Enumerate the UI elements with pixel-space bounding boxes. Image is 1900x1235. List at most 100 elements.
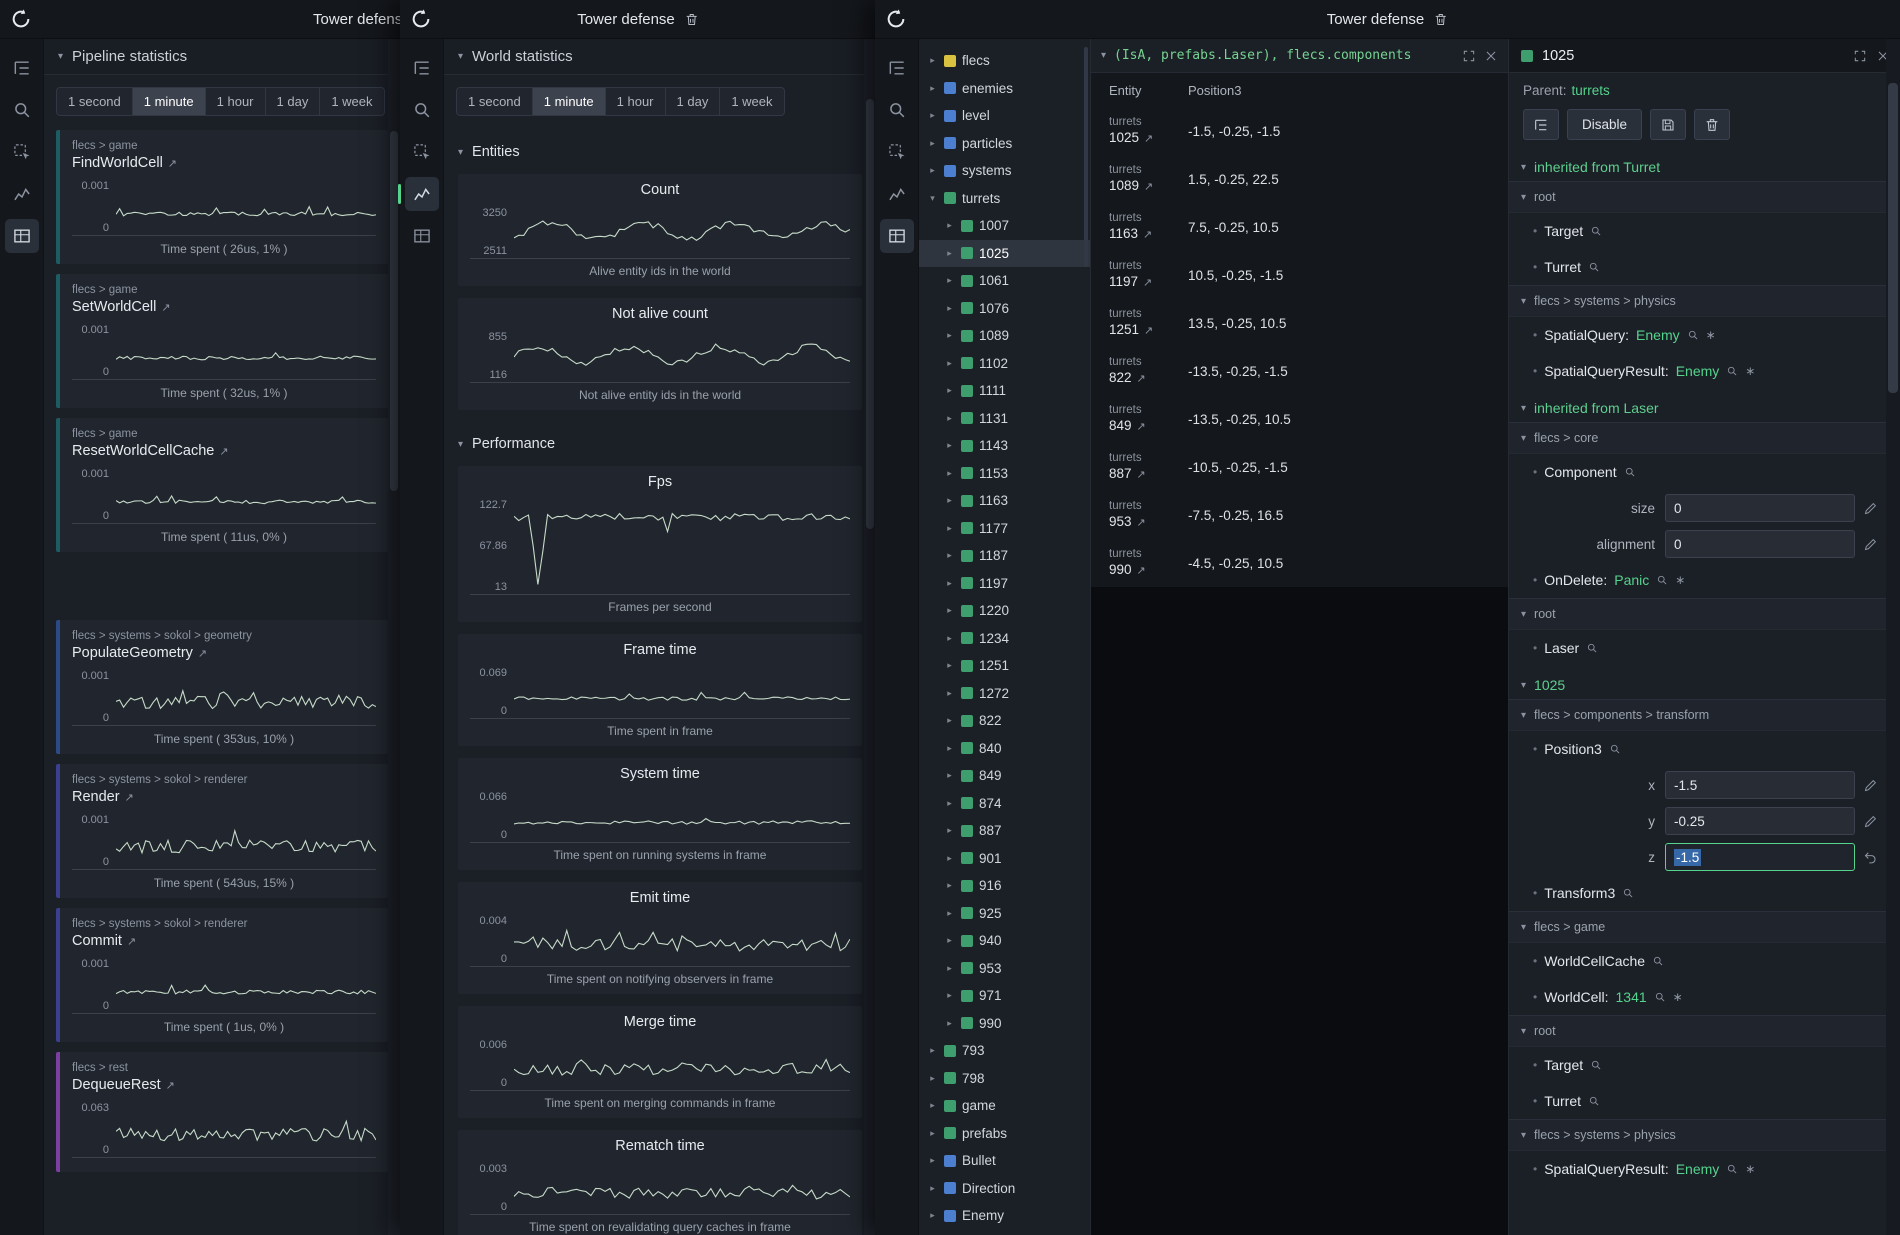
rail-chart-button[interactable] — [405, 177, 439, 211]
query-result-row[interactable]: turrets990↗-4.5, -0.25, 10.5 — [1091, 539, 1508, 587]
entity-link[interactable]: 1089↗ — [1109, 178, 1153, 193]
rail-search-button[interactable] — [880, 93, 914, 127]
chevron-right-icon[interactable]: ▸ — [944, 605, 955, 616]
entity-link[interactable]: 1163↗ — [1109, 226, 1152, 241]
tree-item-1153[interactable]: ▸1153 — [919, 460, 1090, 488]
tree-item-925[interactable]: ▸925 — [919, 900, 1090, 928]
entity-link[interactable]: 887↗ — [1109, 466, 1146, 481]
card-system-link[interactable]: PopulateGeometry↗ — [72, 645, 376, 661]
time-range-1-second[interactable]: 1 second — [456, 87, 533, 116]
field-input-y[interactable]: -0.25 — [1665, 807, 1855, 835]
field-input-size[interactable]: 0 — [1665, 494, 1855, 522]
query-result-row[interactable]: turrets849↗-13.5, -0.25, 10.5 — [1091, 395, 1508, 443]
rail-search-button[interactable] — [405, 93, 439, 127]
card-system-link[interactable]: FindWorldCell↗ — [72, 155, 376, 171]
close-icon[interactable] — [1484, 49, 1498, 63]
time-range-1-minute[interactable]: 1 minute — [532, 87, 606, 116]
tree-item-1089[interactable]: ▸1089 — [919, 322, 1090, 350]
query-result-row[interactable]: turrets1251↗13.5, -0.25, 10.5 — [1091, 299, 1508, 347]
chevron-right-icon[interactable]: ▸ — [944, 908, 955, 919]
inspector-group-header[interactable]: ▾root — [1509, 181, 1886, 213]
scrollbar-thumb[interactable] — [866, 99, 874, 529]
rail-table-button[interactable] — [405, 219, 439, 253]
chevron-right-icon[interactable]: ▸ — [944, 468, 955, 479]
tree-view-button[interactable] — [1523, 109, 1559, 140]
rail-table-button[interactable] — [5, 219, 39, 253]
card-system-link[interactable]: ResetWorldCellCache↗ — [72, 443, 376, 459]
tree-item-game[interactable]: ▸game — [919, 1092, 1090, 1120]
tree-item-Game[interactable]: ▸Game — [919, 1230, 1090, 1235]
chevron-right-icon[interactable]: ▸ — [944, 825, 955, 836]
tree-item-1187[interactable]: ▸1187 — [919, 542, 1090, 570]
chevron-right-icon[interactable]: ▸ — [927, 1073, 938, 1084]
chevron-right-icon[interactable]: ▸ — [944, 413, 955, 424]
search-icon[interactable] — [1687, 329, 1699, 341]
chevron-right-icon[interactable]: ▸ — [927, 1155, 938, 1166]
section-header-entities[interactable]: ▾Entities — [444, 130, 876, 166]
tree-item-849[interactable]: ▸849 — [919, 762, 1090, 790]
external-link-icon[interactable]: ↗ — [1137, 373, 1146, 385]
field-input-x[interactable]: -1.5 — [1665, 771, 1855, 799]
chevron-right-icon[interactable]: ▸ — [944, 880, 955, 891]
query-result-row[interactable]: turrets1197↗10.5, -0.25, -1.5 — [1091, 251, 1508, 299]
chevron-right-icon[interactable]: ▸ — [944, 963, 955, 974]
search-icon[interactable] — [1588, 1095, 1600, 1107]
time-range-1-day[interactable]: 1 day — [665, 87, 721, 116]
component-value-link[interactable]: 1341 — [1616, 989, 1647, 1005]
rail-chart-button[interactable] — [880, 177, 914, 211]
chevron-right-icon[interactable]: ▸ — [927, 1045, 938, 1056]
tree-item-793[interactable]: ▸793 — [919, 1037, 1090, 1065]
tree-scrollbar[interactable] — [1082, 39, 1090, 1235]
search-icon[interactable] — [1624, 466, 1636, 478]
scrollbar-thumb[interactable] — [1888, 83, 1898, 393]
inspector-section-header[interactable]: ▾inherited from Turret — [1509, 148, 1886, 181]
search-icon[interactable] — [1726, 365, 1738, 377]
inspector-group-header[interactable]: ▾root — [1509, 598, 1886, 630]
tree-item-798[interactable]: ▸798 — [919, 1065, 1090, 1093]
refs-icon[interactable]: ∗ — [1706, 328, 1716, 342]
external-link-icon[interactable]: ↗ — [1137, 469, 1146, 481]
chevron-right-icon[interactable]: ▸ — [927, 1128, 938, 1139]
tree-item-1163[interactable]: ▸1163 — [919, 487, 1090, 515]
query-result-row[interactable]: turrets953↗-7.5, -0.25, 16.5 — [1091, 491, 1508, 539]
pencil-icon[interactable] — [1863, 778, 1878, 793]
chevron-right-icon[interactable]: ▸ — [944, 303, 955, 314]
chevron-right-icon[interactable]: ▸ — [944, 275, 955, 286]
titlebar[interactable]: Tower defense — [0, 0, 400, 39]
expand-icon[interactable] — [1462, 49, 1476, 63]
search-icon[interactable] — [1586, 642, 1598, 654]
rail-select-button[interactable] — [405, 135, 439, 169]
entity-link[interactable]: 990↗ — [1109, 562, 1146, 577]
tree-item-1234[interactable]: ▸1234 — [919, 625, 1090, 653]
pencil-icon[interactable] — [1863, 501, 1878, 516]
search-icon[interactable] — [1609, 743, 1621, 755]
undo-icon[interactable] — [1863, 850, 1878, 865]
inspector-group-header[interactable]: ▾root — [1509, 1015, 1886, 1047]
tree-item-Direction[interactable]: ▸Direction — [919, 1175, 1090, 1203]
chevron-right-icon[interactable]: ▸ — [944, 385, 955, 396]
external-link-icon[interactable]: ↗ — [127, 936, 136, 948]
chevron-right-icon[interactable]: ▸ — [927, 55, 938, 66]
inspector-group-header[interactable]: ▾flecs > systems > physics — [1509, 1119, 1886, 1151]
search-icon[interactable] — [1652, 955, 1664, 967]
tree-item-1131[interactable]: ▸1131 — [919, 405, 1090, 433]
tree-item-particles[interactable]: ▸particles — [919, 130, 1090, 158]
tree-item-1076[interactable]: ▸1076 — [919, 295, 1090, 323]
query-result-row[interactable]: turrets887↗-10.5, -0.25, -1.5 — [1091, 443, 1508, 491]
query-expression[interactable]: (IsA, prefabs.Laser), flecs.components — [1114, 48, 1454, 63]
tree-item-953[interactable]: ▸953 — [919, 955, 1090, 983]
chevron-right-icon[interactable]: ▸ — [944, 990, 955, 1001]
field-input-alignment[interactable]: 0 — [1665, 530, 1855, 558]
external-link-icon[interactable]: ↗ — [125, 792, 134, 804]
chevron-right-icon[interactable]: ▸ — [927, 138, 938, 149]
pencil-icon[interactable] — [1863, 814, 1878, 829]
titlebar[interactable]: Tower defense — [400, 0, 876, 39]
parent-link[interactable]: turrets — [1572, 83, 1610, 98]
rail-tree-button[interactable] — [5, 51, 39, 85]
tree-item-1251[interactable]: ▸1251 — [919, 652, 1090, 680]
chevron-right-icon[interactable]: ▸ — [927, 1210, 938, 1221]
card-system-link[interactable]: Commit↗ — [72, 933, 376, 949]
trash-icon[interactable] — [684, 12, 699, 27]
entity-link[interactable]: 1025↗ — [1109, 130, 1153, 145]
chevron-down-icon[interactable]: ▾ — [927, 193, 938, 204]
